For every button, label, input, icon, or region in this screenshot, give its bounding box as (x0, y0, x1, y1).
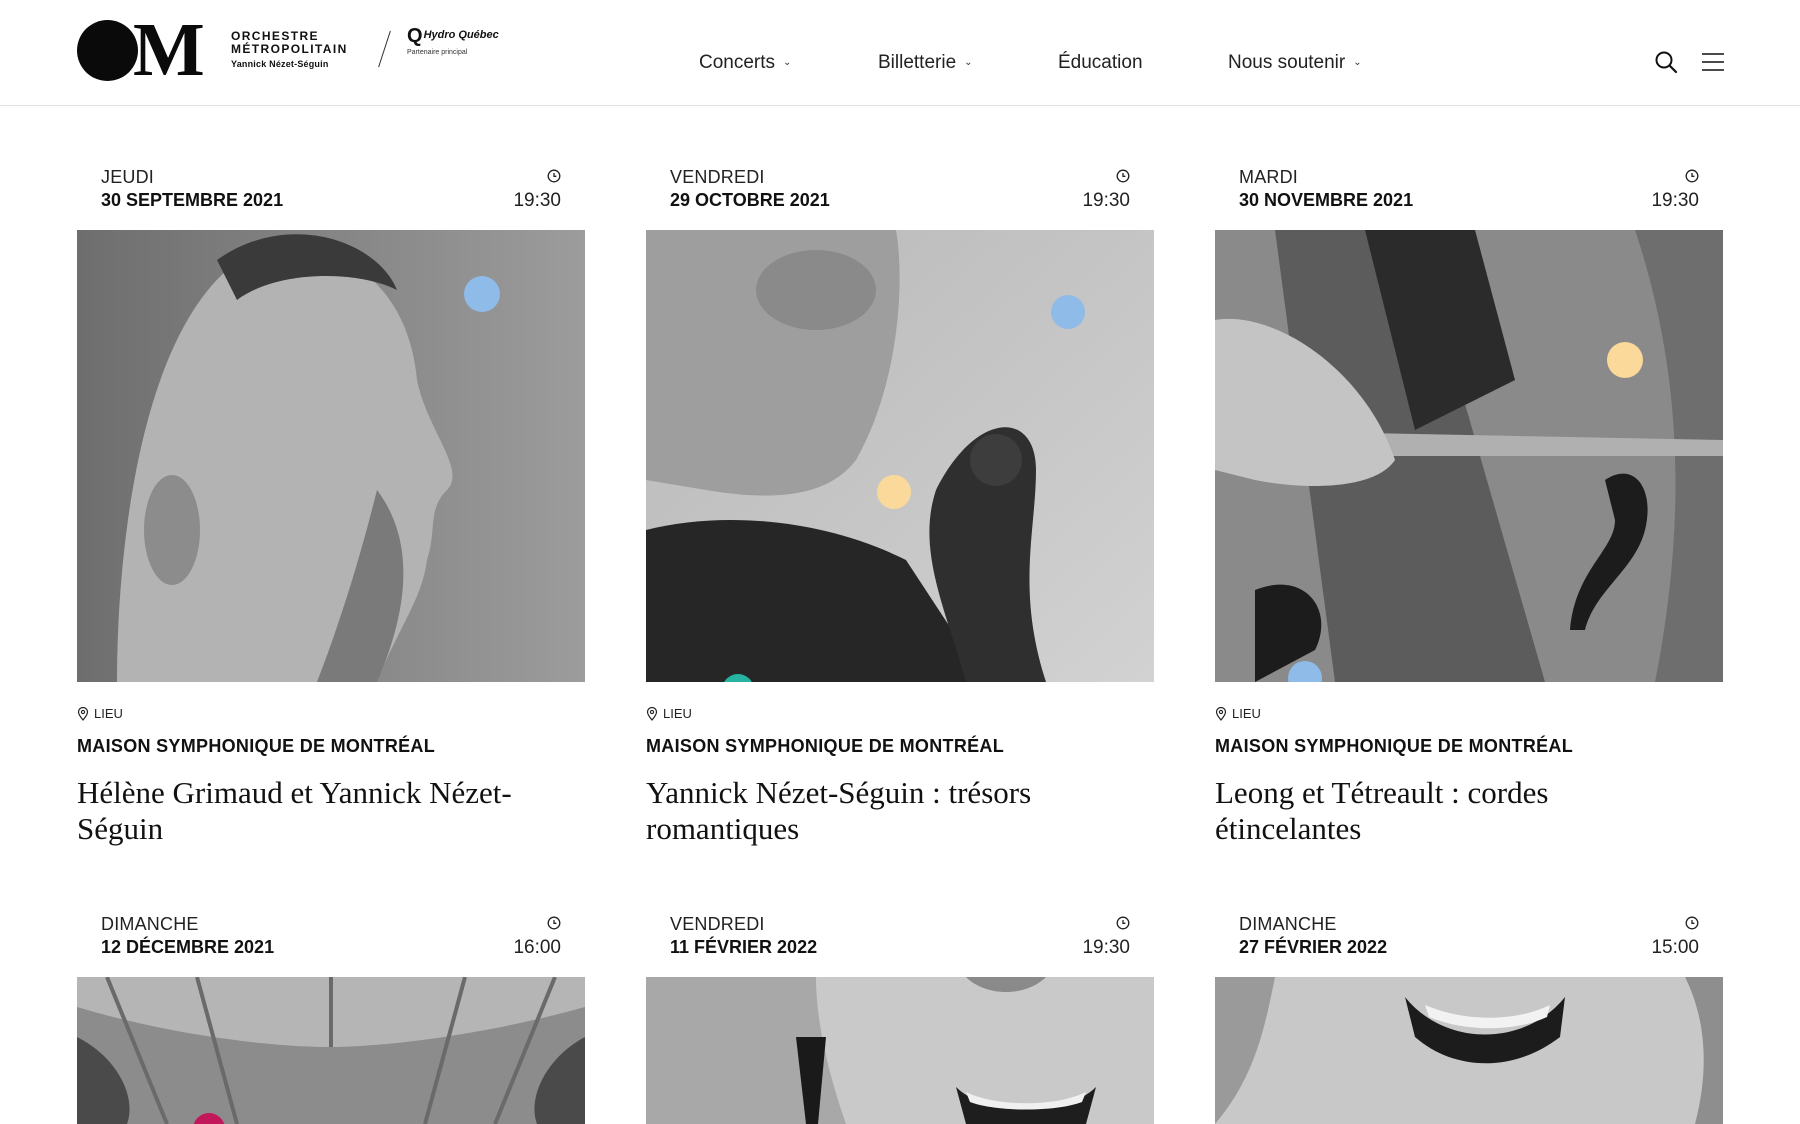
location-pin-icon (1215, 706, 1227, 721)
concert-date: 27 FÉVRIER 2022 (1239, 937, 1388, 957)
nav-item-billetterie[interactable]: Billetterie ⌄ (878, 52, 973, 74)
partner-name: Hydro Québec (423, 29, 499, 41)
clock-icon (547, 916, 561, 930)
logo-letter: M (133, 8, 205, 92)
concert-time: 19:30 (1082, 190, 1130, 211)
concert-time: 15:00 (1651, 937, 1699, 958)
clock-icon (1685, 169, 1699, 183)
nav-item-nous-soutenir[interactable]: Nous soutenir ⌄ (1228, 52, 1362, 74)
concert-date: 29 OCTOBRE 2021 (670, 190, 830, 210)
hamburger-menu-icon[interactable] (1701, 52, 1725, 72)
concert-photo[interactable] (1215, 230, 1723, 682)
om-logo[interactable]: M (77, 12, 207, 88)
logo-divider (378, 30, 391, 68)
nav-item-concerts[interactable]: Concerts ⌄ (699, 52, 791, 74)
chevron-down-icon: ⌄ (1353, 57, 1362, 68)
concert-day: MARDI (1239, 167, 1298, 187)
venue-label: LIEU (1232, 706, 1261, 721)
date-row: VENDREDI 11 FÉVRIER 2022 19:30 (646, 900, 1154, 970)
concert-date: 11 FÉVRIER 2022 (670, 937, 818, 957)
partner-caption: Partenaire principal (407, 49, 468, 56)
venue-name: MAISON SYMPHONIQUE DE MONTRÉAL (77, 736, 436, 756)
brand-line-2: MÉTROPOLITAIN (231, 42, 348, 56)
brand-wordmark[interactable]: ORCHESTRE MÉTROPOLITAIN Yannick Nézet-Sé… (231, 30, 348, 70)
concert-photo[interactable] (646, 230, 1154, 682)
concert-time: 19:30 (1651, 190, 1699, 211)
venue-name: MAISON SYMPHONIQUE DE MONTRÉAL (1215, 736, 1574, 756)
decorative-dot (1051, 295, 1085, 329)
concert-day: DIMANCHE (1239, 914, 1337, 934)
logo-circle (77, 20, 138, 81)
concert-card[interactable]: VENDREDI 11 FÉVRIER 2022 19:30 (646, 900, 1154, 1124)
clock-icon (1685, 916, 1699, 930)
concert-card[interactable]: JEUDI 30 SEPTEMBRE 2021 19:30 LIEU MAISO… (77, 153, 585, 846)
nav-label: Concerts (699, 52, 776, 73)
brand-conductor: Yannick Nézet-Séguin (231, 59, 329, 69)
date-row: DIMANCHE 12 DÉCEMBRE 2021 16:00 (77, 900, 585, 970)
nav-label: Nous soutenir (1228, 52, 1346, 73)
clock-icon (547, 169, 561, 183)
concert-time: 19:30 (513, 190, 561, 211)
nav-label: Éducation (1058, 52, 1143, 73)
decorative-dot (1607, 342, 1643, 378)
concert-photo[interactable] (77, 977, 585, 1124)
concert-title[interactable]: Hélène Grimaud et Yannick Nézet-Séguin (77, 775, 557, 847)
concert-day: JEUDI (101, 167, 155, 187)
venue-label-row: LIEU (1215, 706, 1261, 721)
concert-date: 30 NOVEMBRE 2021 (1239, 190, 1414, 210)
concert-photo[interactable] (646, 977, 1154, 1124)
decorative-dot (877, 475, 911, 509)
date-row: MARDI 30 NOVEMBRE 2021 19:30 (1215, 153, 1723, 223)
concert-day: VENDREDI (670, 167, 765, 187)
location-pin-icon (646, 706, 658, 721)
clock-icon (1116, 169, 1130, 183)
venue-name: MAISON SYMPHONIQUE DE MONTRÉAL (646, 736, 1005, 756)
date-row: DIMANCHE 27 FÉVRIER 2022 15:00 (1215, 900, 1723, 970)
concert-card[interactable]: DIMANCHE 12 DÉCEMBRE 2021 16:00 (77, 900, 585, 1124)
site-header: M ORCHESTRE MÉTROPOLITAIN Yannick Nézet-… (0, 0, 1800, 106)
concert-card[interactable]: VENDREDI 29 OCTOBRE 2021 19:30 LIEU MAIS… (646, 153, 1154, 846)
clock-icon (1116, 916, 1130, 930)
concert-day: DIMANCHE (101, 914, 199, 934)
date-row: VENDREDI 29 OCTOBRE 2021 19:30 (646, 153, 1154, 223)
concert-card[interactable]: MARDI 30 NOVEMBRE 2021 19:30 LIEU MAISON… (1215, 153, 1723, 846)
chevron-down-icon: ⌄ (783, 57, 792, 68)
chevron-down-icon: ⌄ (964, 57, 973, 68)
concert-date: 12 DÉCEMBRE 2021 (101, 937, 275, 957)
concert-title[interactable]: Leong et Tétreault : cordes étincelantes (1215, 775, 1695, 847)
nav-item-education[interactable]: Éducation (1058, 52, 1143, 74)
partner-wordmark: QHydro Québec (407, 26, 499, 46)
date-row: JEUDI 30 SEPTEMBRE 2021 19:30 (77, 153, 585, 223)
concert-title[interactable]: Yannick Nézet-Séguin : trésors romantiqu… (646, 775, 1126, 847)
decorative-dot (464, 276, 500, 312)
concert-day: VENDREDI (670, 914, 765, 934)
partner-q: Q (407, 25, 423, 47)
partner-logo[interactable]: QHydro Québec Partenaire principal (407, 26, 499, 56)
nav-label: Billetterie (878, 52, 957, 73)
concert-date: 30 SEPTEMBRE 2021 (101, 190, 284, 210)
concert-photo[interactable] (77, 230, 585, 682)
concert-time: 16:00 (513, 937, 561, 958)
venue-label-row: LIEU (646, 706, 692, 721)
venue-label-row: LIEU (77, 706, 123, 721)
venue-label: LIEU (663, 706, 692, 721)
concert-time: 19:30 (1082, 937, 1130, 958)
search-icon[interactable] (1654, 50, 1678, 74)
venue-label: LIEU (94, 706, 123, 721)
concert-photo[interactable] (1215, 977, 1723, 1124)
concert-card[interactable]: DIMANCHE 27 FÉVRIER 2022 15:00 (1215, 900, 1723, 1124)
location-pin-icon (77, 706, 89, 721)
